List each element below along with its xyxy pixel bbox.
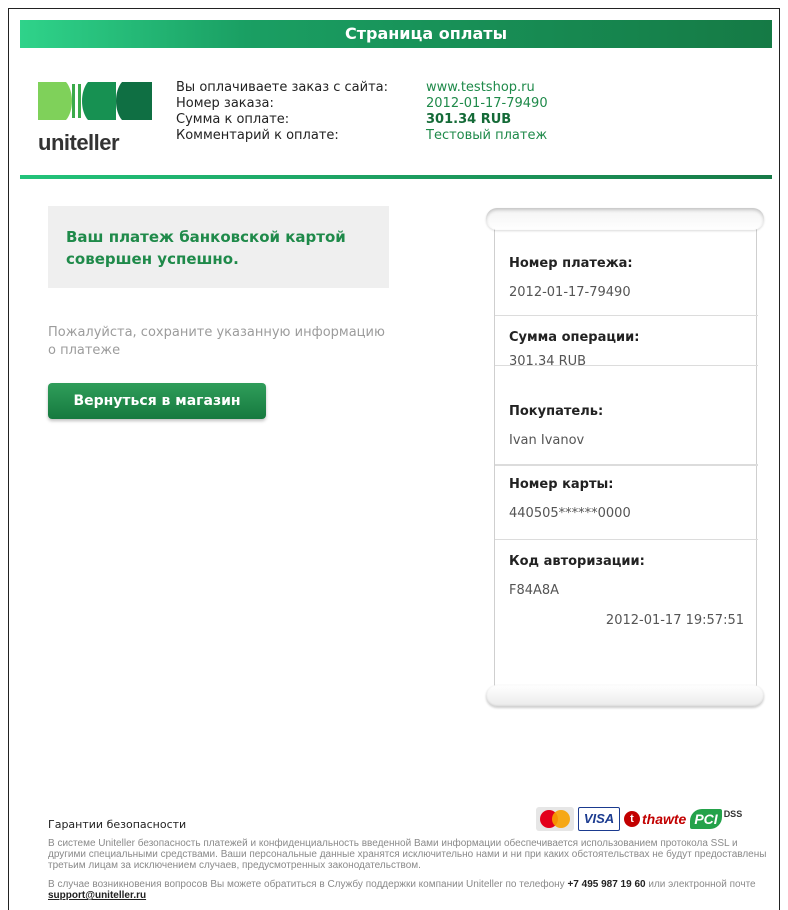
support-middle: или электронной почте [648,879,756,890]
brand-name: uniteller [38,130,120,155]
receipt-field-value: 2012-01-17-79490 [509,285,631,300]
order-number-label: Номер заказа: [176,96,274,111]
thawte-label: thawte [642,811,687,827]
order-amount-label: Сумма к оплате: [176,112,290,127]
order-comment-value: Тестовый платеж [426,128,548,143]
header-divider [20,175,772,179]
dss-label: DSS [723,809,743,819]
pci-dss-logo-icon: PCI DSS [690,806,742,832]
receipt-field-value: 440505******0000 [509,506,631,521]
success-message: Ваш платеж банковской картой совершен ус… [66,228,346,268]
order-site-value: www.testshop.ru [426,80,535,95]
order-site-label: Вы оплачиваете заказ с сайта: [176,80,389,95]
receipt-field-buyer: Покупатель: Ivan Ivanov [495,392,758,465]
page-header: Страница оплаты [20,20,772,48]
thawte-mark-icon: t [624,811,640,827]
order-number-value: 2012-01-17-79490 [426,96,548,111]
support-prefix: В случае возникновения вопросов Вы может… [48,879,565,890]
receipt-field-value: F84A8A [509,583,560,598]
receipt-field-label: Код авторизации: [509,554,645,569]
receipt-field-value: 301.34 RUB [509,354,587,369]
receipt-field-label: Номер платежа: [509,256,633,271]
order-values: www.testshop.ru 2012-01-17-79490 301.34 … [426,80,548,144]
receipt-scroll-bottom [486,685,764,707]
receipt-field-label: Номер карты: [509,477,614,492]
page-title: Страница оплаты [344,24,508,43]
order-labels: Вы оплачиваете заказ с сайта: Номер зака… [176,80,388,144]
receipt-field-card-number: Номер карты: 440505******0000 [495,465,758,540]
save-info-note: Пожалуйста, сохраните указанную информац… [48,325,385,358]
return-to-shop-button[interactable]: Вернуться в магазин [48,383,266,419]
receipt-field-value: Ivan Ivanov [509,433,585,448]
thawte-logo-icon: t thawte [624,808,686,830]
order-amount-value: 301.34 RUB [426,112,512,127]
receipt-scroll-top [486,208,764,230]
support-info: В случае возникновения вопросов Вы может… [48,879,776,901]
receipt-field-label: Сумма операции: [509,330,640,345]
order-comment-label: Комментарий к оплате: [176,128,339,143]
visa-logo-icon: VISA [578,807,620,831]
receipt-field-label: Покупатель: [509,404,604,419]
security-description: В системе Uniteller безопасность платеже… [48,838,767,871]
receipt-timestamp: 2012-01-17 19:57:51 [605,613,744,628]
pci-label: PCI [690,809,722,829]
receipt-field-auth-code: Код авторизации: F84A8A [495,540,758,620]
mastercard-logo-icon [536,807,574,831]
payment-receipt: Номер платежа: 2012-01-17-79490 Сумма оп… [494,224,758,692]
security-badges: VISA t thawte PCI DSS [536,806,742,832]
security-title: Гарантии безопасности [48,818,187,831]
support-phone: +7 495 987 19 60 [567,879,646,890]
success-message-box: Ваш платеж банковской картой совершен ус… [48,206,389,288]
support-email-link[interactable]: support@uniteller.ru [48,890,146,901]
receipt-field-payment-number: Номер платежа: 2012-01-17-79490 [495,224,758,316]
